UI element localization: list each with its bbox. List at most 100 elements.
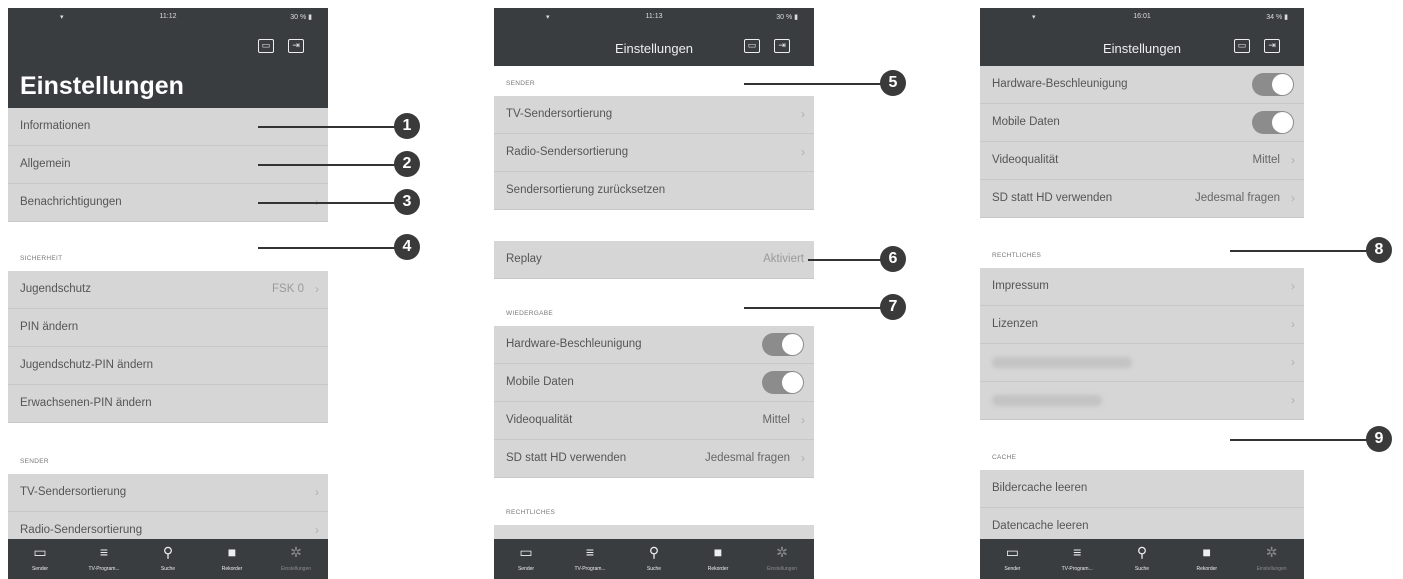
row-value: Jedesmal fragen — [1194, 192, 1280, 204]
header-bar: Einstellungen ▭ ⇥ — [980, 30, 1304, 66]
toggle-switch[interactable] — [762, 333, 804, 356]
settings-row-bildercache-leeren[interactable]: Bildercache leeren — [980, 470, 1304, 508]
settings-row-hardware-beschleunigung[interactable]: Hardware-Beschleunigung — [980, 66, 1304, 104]
tab-suche[interactable]: ⚲ Suche — [1110, 539, 1175, 579]
tab-einstellungen[interactable]: ✲ Einstellungen — [750, 539, 814, 579]
settings-row-videoqualitaet[interactable]: Videoqualität Mittel › — [980, 142, 1304, 180]
blurred-label — [992, 357, 1132, 368]
battery-indicator: 30 % ▮ — [776, 14, 798, 21]
cast-icon[interactable]: ▭ — [1234, 39, 1250, 53]
toggle-switch[interactable] — [762, 371, 804, 394]
settings-row-blurred[interactable]: › — [980, 344, 1304, 382]
chevron-right-icon: › — [1291, 317, 1295, 331]
exit-icon[interactable]: ⇥ — [774, 39, 790, 53]
tab-sender[interactable]: ▭ Sender — [8, 539, 72, 579]
row-label: Jugendschutz — [20, 283, 91, 295]
settings-list: Hardware-Beschleunigung Mobile Daten Vid… — [980, 66, 1304, 546]
tab-suche[interactable]: ⚲ Suche — [136, 539, 200, 579]
callout-line-9 — [1230, 439, 1370, 441]
section-header-sender: SENDER — [8, 423, 328, 474]
battery-indicator: 34 % ▮ — [1266, 14, 1288, 21]
settings-row-tv-sendersortierung[interactable]: TV-Sendersortierung › — [8, 474, 328, 512]
tv-icon: ▭ — [33, 544, 47, 560]
settings-list: SENDER TV-Sendersortierung › Radio-Sender… — [494, 66, 814, 525]
row-value: Mittel — [762, 414, 790, 426]
row-value: FSK 0 — [272, 283, 304, 295]
tab-einstellungen[interactable]: ✲ Einstellungen — [264, 539, 328, 579]
status-bar: ▾ 11:12 30 % ▮ — [8, 8, 328, 30]
chevron-right-icon: › — [315, 523, 319, 537]
cast-icon[interactable]: ▭ — [744, 39, 760, 53]
row-label: SD statt HD verwenden — [506, 452, 627, 464]
page-title: Einstellungen — [1102, 41, 1182, 56]
blurred-label — [992, 395, 1102, 406]
settings-row-mobile-daten[interactable]: Mobile Daten — [980, 104, 1304, 142]
gear-icon: ✲ — [1265, 544, 1278, 560]
cast-icon[interactable]: ▭ — [258, 39, 274, 53]
row-label: Mobile Daten — [992, 116, 1060, 128]
callout-number-8: 8 — [1366, 237, 1392, 263]
callout-number-2: 2 — [394, 151, 420, 177]
tab-rekorder[interactable]: ■ Rekorder — [1174, 539, 1239, 579]
row-label: Videoqualität — [506, 414, 573, 426]
settings-row-erwachsenen-pin[interactable]: Erwachsenen-PIN ändern — [8, 385, 328, 423]
tab-bar: ▭ Sender ≡ TV-Program... ⚲ Suche ■ Rekorder … — [494, 539, 814, 579]
tab-bar: ▭ Sender ≡ TV-Program... ⚲ Suche ■ Rekorder … — [980, 539, 1304, 579]
settings-row-sd-statt-hd[interactable]: SD statt HD verwenden Jedesmal fragen › — [980, 180, 1304, 218]
settings-row-hardware-beschleunigung[interactable]: Hardware-Beschleunigung — [494, 326, 814, 364]
row-value: Jedesmal fragen — [704, 452, 790, 464]
settings-row-sendersortierung-zuruecksetzen[interactable]: Sendersortierung zurücksetzen — [494, 172, 814, 210]
tab-rekorder[interactable]: ■ Rekorder — [686, 539, 750, 579]
tab-sender[interactable]: ▭ Sender — [494, 539, 558, 579]
settings-row-radio-sendersortierung[interactable]: Radio-Sendersortierung › — [494, 134, 814, 172]
tab-rekorder[interactable]: ■ Rekorder — [200, 539, 264, 579]
row-label: PIN ändern — [20, 321, 79, 333]
settings-row-pin-aendern[interactable]: PIN ändern — [8, 309, 328, 347]
list-icon: ≡ — [585, 544, 595, 560]
row-label: Benachrichtigungen — [20, 196, 122, 208]
tab-bar: ▭ Sender ≡ TV-Program... ⚲ Suche ■ Rekorder … — [8, 539, 328, 579]
settings-row-blurred[interactable]: › — [980, 382, 1304, 420]
tab-suche[interactable]: ⚲ Suche — [622, 539, 686, 579]
row-label: Radio-Sendersortierung — [506, 146, 629, 158]
settings-row-jugendschutz-pin[interactable]: Jugendschutz-PIN ändern — [8, 347, 328, 385]
row-label: Radio-Sendersortierung — [20, 524, 143, 536]
list-icon: ≡ — [99, 544, 109, 560]
list-icon: ≡ — [1073, 544, 1082, 560]
section-header-cache: CACHE — [980, 420, 1304, 470]
exit-icon[interactable]: ⇥ — [1264, 39, 1280, 53]
settings-row-lizenzen[interactable]: Lizenzen › — [980, 306, 1304, 344]
callout-line-6 — [808, 259, 884, 261]
search-icon: ⚲ — [648, 544, 660, 560]
callout-number-1: 1 — [394, 113, 420, 139]
settings-row-impressum[interactable]: Impressum › — [980, 268, 1304, 306]
chevron-right-icon: › — [1291, 153, 1295, 167]
tab-tv-programm[interactable]: ≡ TV-Program... — [72, 539, 136, 579]
settings-row-videoqualitaet[interactable]: Videoqualität Mittel › — [494, 402, 814, 440]
tab-einstellungen[interactable]: ✲ Einstellungen — [1239, 539, 1304, 579]
row-label: Bildercache leeren — [992, 482, 1088, 494]
toggle-switch[interactable] — [1252, 73, 1294, 96]
row-label: Mobile Daten — [506, 376, 574, 388]
phone-screen-1: ▾ 11:12 30 % ▮ ▭ ⇥ Einstellungen Informa… — [8, 8, 328, 579]
phone-screen-3: ▾ 16:01 34 % ▮ Einstellungen ▭ ⇥ Hardwar… — [980, 8, 1304, 579]
callout-number-4: 4 — [394, 234, 420, 260]
settings-row-sd-statt-hd[interactable]: SD statt HD verwenden Jedesmal fragen › — [494, 440, 814, 478]
page-title: Einstellungen — [20, 72, 184, 100]
section-header-wiedergabe: WIEDERGABE — [494, 279, 814, 326]
status-bar: ▾ 11:13 30 % ▮ — [494, 8, 814, 30]
tab-tv-programm[interactable]: ≡ TV-Program... — [1045, 539, 1110, 579]
tab-sender[interactable]: ▭ Sender — [980, 539, 1045, 579]
settings-row-jugendschutz[interactable]: Jugendschutz FSK 0 › — [8, 271, 328, 309]
toggle-switch[interactable] — [1252, 111, 1294, 134]
tab-tv-programm[interactable]: ≡ TV-Program... — [558, 539, 622, 579]
search-icon: ⚲ — [1136, 544, 1148, 560]
callout-line-4 — [258, 247, 398, 249]
settings-list: Informationen Allgemein Benachrichtigung… — [8, 108, 328, 550]
settings-row-tv-sendersortierung[interactable]: TV-Sendersortierung › — [494, 96, 814, 134]
exit-icon[interactable]: ⇥ — [288, 39, 304, 53]
settings-row-mobile-daten[interactable]: Mobile Daten — [494, 364, 814, 402]
row-label: Informationen — [20, 120, 91, 132]
header-bar: Einstellungen ▭ ⇥ — [494, 30, 814, 66]
settings-row-replay[interactable]: Replay Aktiviert — [494, 241, 814, 279]
